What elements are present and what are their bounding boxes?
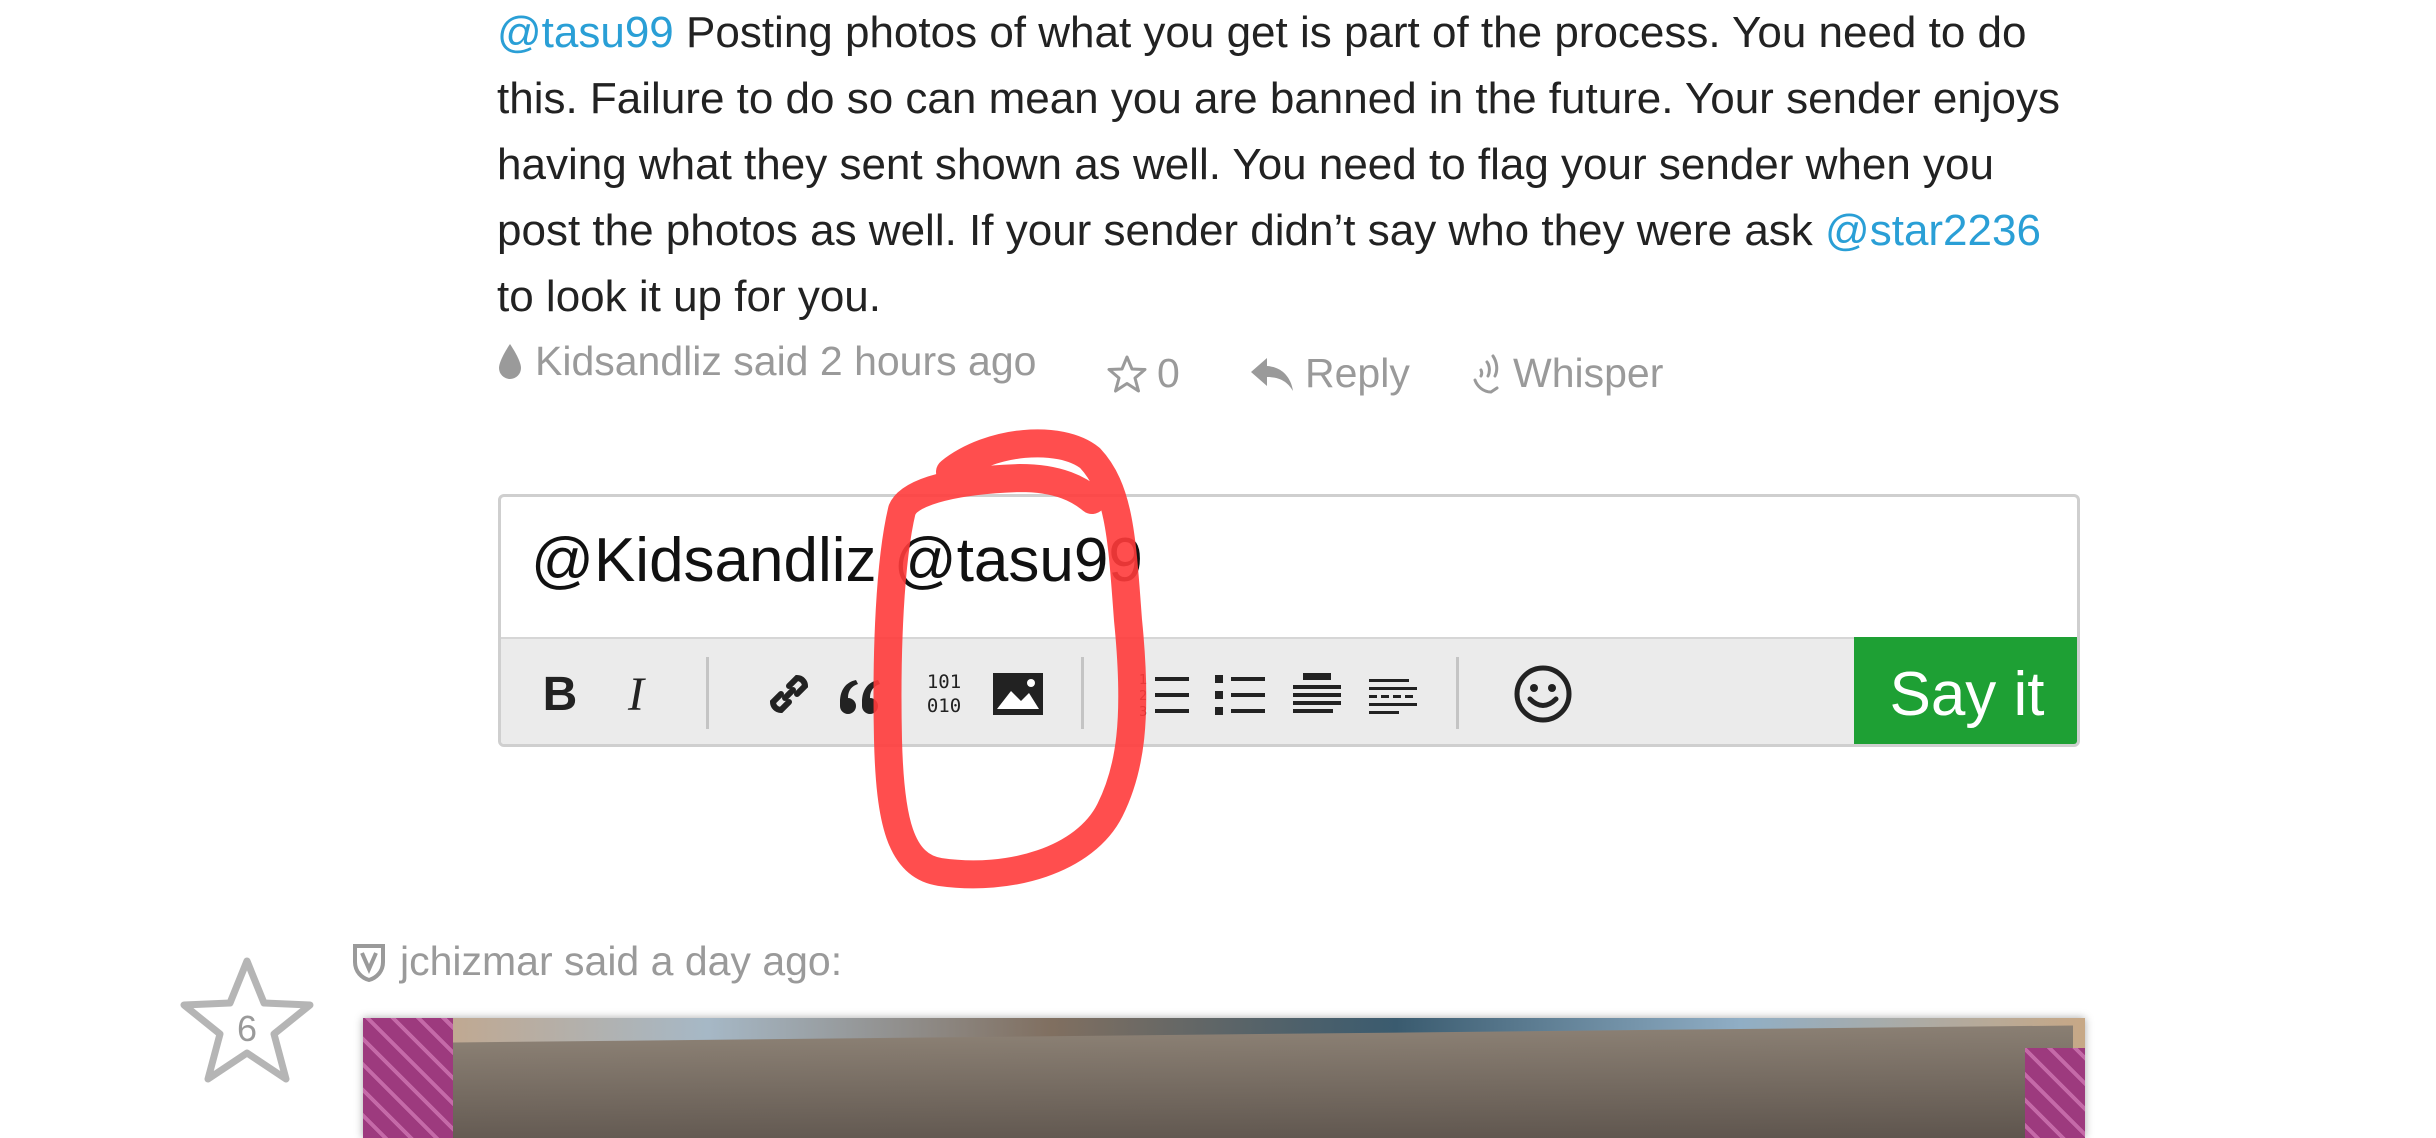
vote-count: 6: [236, 1008, 258, 1049]
star-count: 0: [1157, 350, 1180, 396]
photo-board: [453, 1025, 2073, 1138]
post-body: @tasu99 Posting photos of what you get i…: [497, 0, 2087, 330]
reply-input[interactable]: @Kidsandliz @tasu99: [531, 525, 1143, 596]
reply-arrow-icon: [1251, 357, 1293, 391]
whisper-icon: [1473, 354, 1499, 394]
reply-label: Reply: [1305, 350, 1410, 396]
comment-author-line: jchizmar said a day ago:: [400, 938, 843, 984]
heading-button[interactable]: [1289, 639, 1345, 744]
mention-link-tasu99[interactable]: @tasu99: [497, 8, 674, 57]
emoji-icon: [1514, 665, 1572, 723]
bullet-list-icon: [1215, 675, 1265, 715]
star-outline-icon: [1107, 355, 1147, 392]
reply-button[interactable]: Reply: [1249, 350, 1410, 397]
say-it-button[interactable]: Say it: [1854, 637, 2077, 744]
toolbar-separator: [706, 657, 709, 729]
horizontal-rule-icon: [1369, 679, 1417, 714]
bold-icon: B: [542, 667, 578, 721]
svg-text:010: 010: [927, 695, 961, 717]
reply-editor[interactable]: @Kidsandliz @tasu99 B I 101 010 1 2 3 Sa…: [498, 494, 2080, 747]
quote-button[interactable]: [831, 639, 887, 744]
code-icon: 101 010: [927, 671, 961, 717]
link-button[interactable]: [759, 639, 819, 744]
post-author-line: Kidsandliz said 2 hours ago: [535, 338, 1037, 384]
toolbar-separator: [1456, 657, 1459, 729]
code-button[interactable]: 101 010: [913, 639, 975, 744]
shield-icon: [353, 943, 385, 982]
image-icon: [993, 673, 1043, 715]
image-button[interactable]: [985, 639, 1053, 744]
svg-text:101: 101: [927, 671, 961, 693]
italic-icon: I: [628, 667, 644, 721]
post-text-part2: to look it up for you.: [497, 272, 881, 321]
editor-toolbar: B I 101 010 1 2 3 Say it: [501, 637, 2077, 744]
svg-text:3: 3: [1139, 705, 1147, 719]
numbered-list-icon: 1 2 3: [1139, 673, 1189, 719]
photo-fabric-left: [363, 1018, 453, 1138]
bullet-list-button[interactable]: [1213, 639, 1269, 744]
mention-link-star2236[interactable]: @star2236: [1825, 206, 2041, 255]
svg-text:2: 2: [1139, 689, 1147, 704]
toolbar-separator: [1081, 657, 1084, 729]
drop-icon: [499, 343, 521, 379]
numbered-list-button[interactable]: 1 2 3: [1137, 639, 1193, 744]
heading-icon: [1293, 673, 1341, 713]
whisper-button[interactable]: Whisper: [1467, 350, 1663, 397]
quote-icon: [840, 680, 880, 714]
emoji-button[interactable]: [1509, 639, 1577, 744]
svg-text:1: 1: [1139, 673, 1147, 688]
whisper-label: Whisper: [1513, 350, 1664, 396]
comment-header: jchizmar said a day ago:: [352, 938, 842, 985]
bold-button[interactable]: B: [535, 639, 585, 744]
link-icon: [769, 674, 809, 714]
star-vote-button[interactable]: 0: [1107, 350, 1180, 397]
italic-button[interactable]: I: [611, 639, 661, 744]
comment-photo[interactable]: [363, 1018, 2085, 1138]
horizontal-rule-button[interactable]: [1365, 639, 1421, 744]
post-author[interactable]: Kidsandliz said 2 hours ago: [497, 338, 1036, 385]
